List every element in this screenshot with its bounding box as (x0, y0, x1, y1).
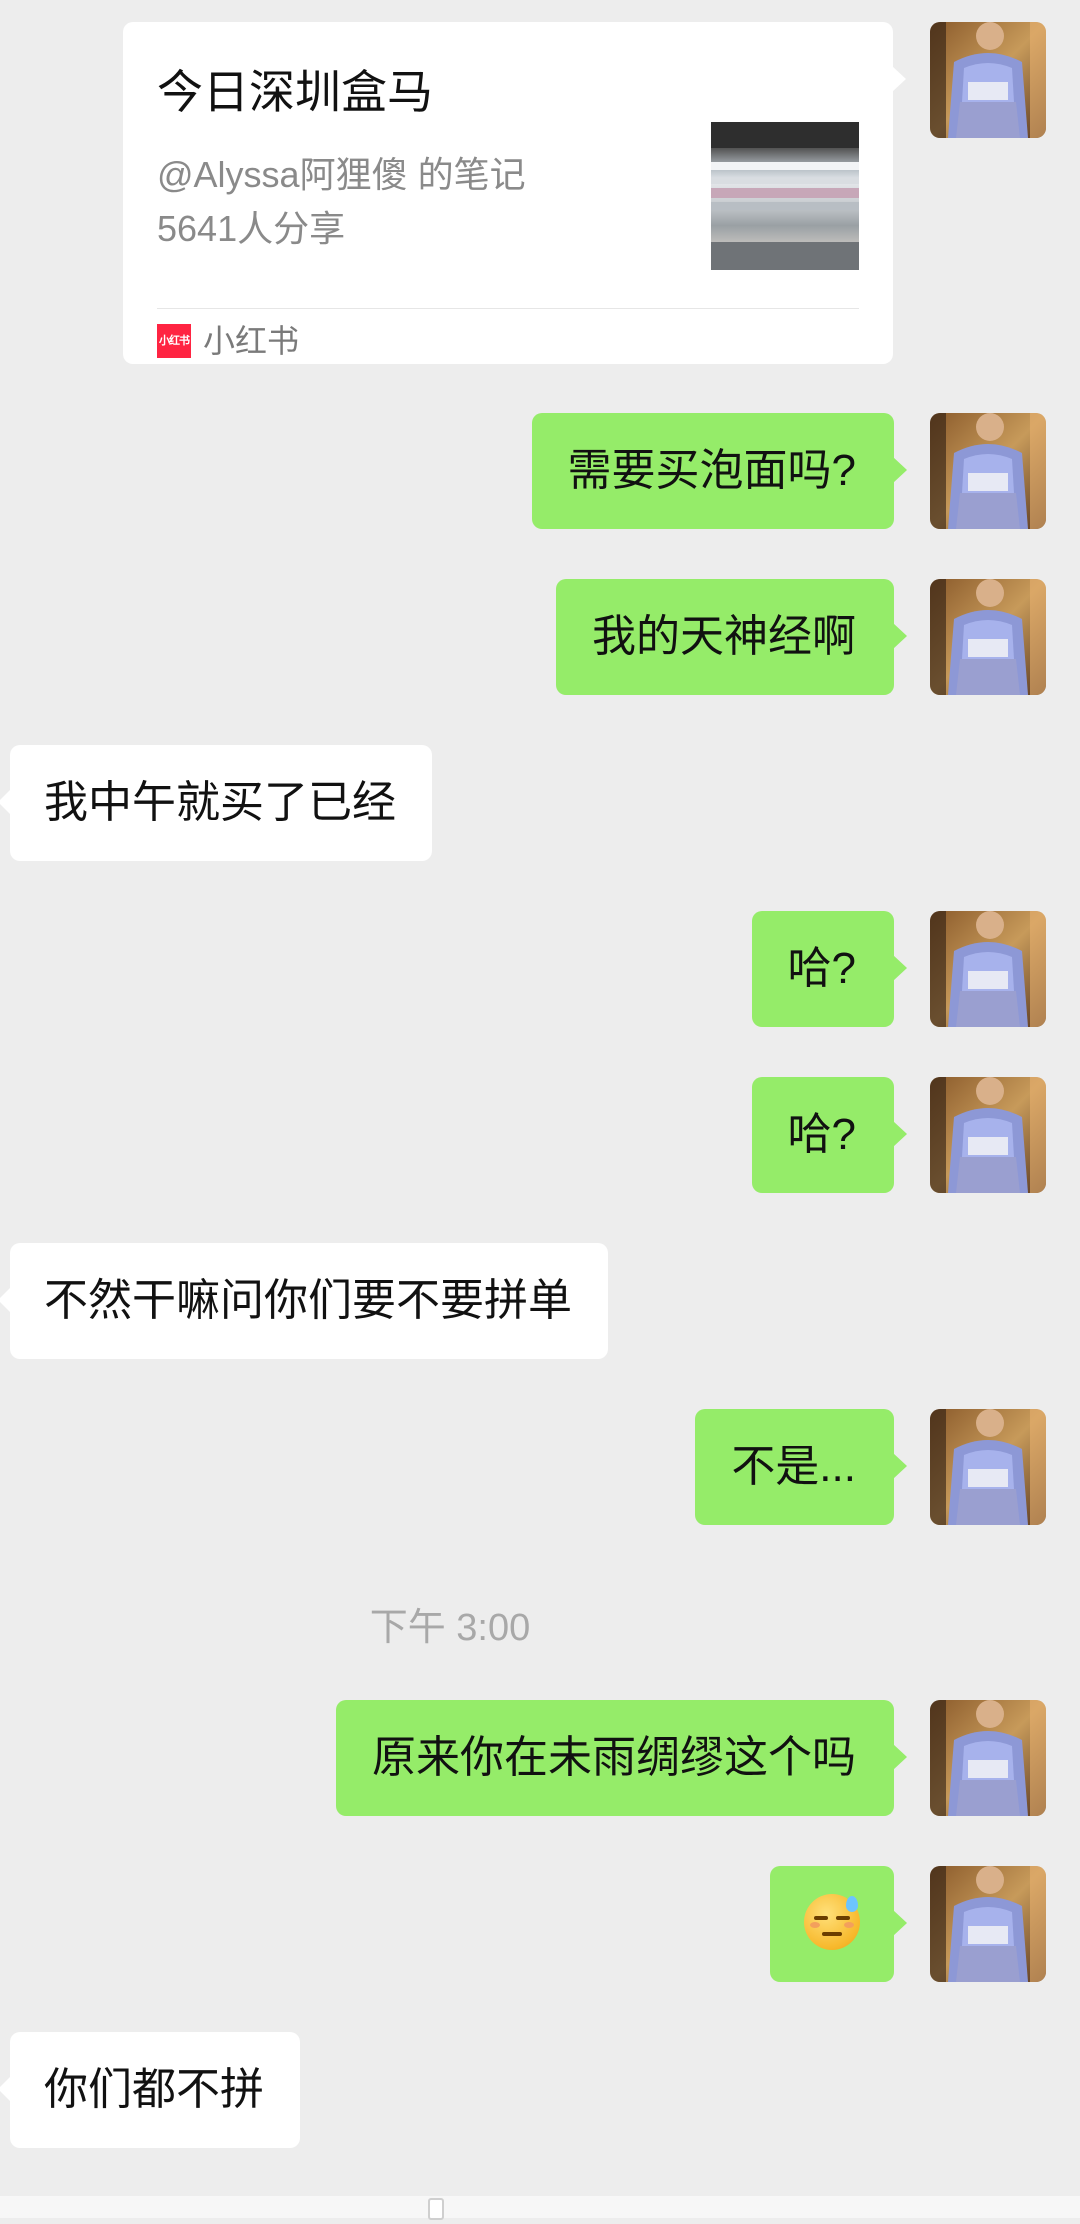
message-bubble-sent[interactable]: 哈? (751, 1077, 908, 1193)
my-avatar[interactable] (930, 413, 1046, 529)
shared-note-share-count: 5641人分享 (157, 208, 346, 249)
my-avatar[interactable] (930, 911, 1046, 1027)
card-divider (157, 308, 859, 309)
shared-note-thumbnail (711, 122, 859, 270)
message-bubble-received[interactable]: 不然干嘛问你们要不要拼单 (0, 1243, 608, 1359)
message-bubble-sent[interactable]: 哈? (751, 911, 908, 1027)
message-bubble-sent-emoji[interactable] (770, 1866, 907, 1982)
message-timestamp: 下午 3:00 (369, 1607, 531, 1649)
scroll-marker (428, 2198, 444, 2220)
bottom-scroll-edge (0, 2196, 1080, 2220)
shared-note-author: @Alyssa阿狸傻 的笔记 (157, 154, 526, 195)
message-bubble-sent[interactable]: 我的天神经啊 (556, 579, 907, 695)
shared-note-source: 小红书 (203, 323, 300, 359)
my-avatar[interactable] (930, 1077, 1046, 1193)
message-bubble-sent[interactable]: 需要买泡面吗? (531, 413, 908, 529)
my-avatar[interactable] (930, 579, 1046, 695)
shared-note-card[interactable]: 今日深圳盒马 @Alyssa阿狸傻 的笔记 5641人分享 小红书 小红书 (123, 22, 906, 364)
my-avatar[interactable] (930, 22, 1046, 138)
message-bubble-sent[interactable]: 原来你在未雨绸缪这个吗 (336, 1700, 907, 1816)
message-bubble-sent[interactable]: 不是... (695, 1409, 907, 1525)
message-bubble-received[interactable]: 你们都不拼 (0, 2032, 300, 2148)
chat-area[interactable]: 今日深圳盒马 @Alyssa阿狸傻 的笔记 5641人分享 小红书 小红书 需要… (0, 0, 1080, 2224)
xiaohongshu-logo-icon: 小红书 (157, 324, 191, 358)
my-avatar[interactable] (930, 1700, 1046, 1816)
downcast-face-with-sweat-emoji-icon (804, 1894, 860, 1951)
shared-note-title: 今日深圳盒马 (157, 66, 433, 118)
my-avatar[interactable] (930, 1866, 1046, 1982)
message-bubble-received[interactable]: 我中午就买了已经 (0, 745, 432, 861)
my-avatar[interactable] (930, 1409, 1046, 1525)
